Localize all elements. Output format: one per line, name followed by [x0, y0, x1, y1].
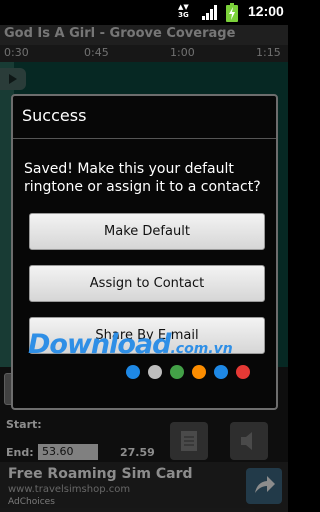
watermark-dot [148, 365, 162, 379]
watermark-text: Download [28, 329, 171, 360]
watermark-dot [236, 365, 250, 379]
status-bar: ▲▼ 3G 12:00 [0, 0, 288, 25]
battery-charging-icon [226, 3, 238, 22]
watermark-dot [214, 365, 228, 379]
dialog-title: Success [22, 106, 87, 125]
watermark-dot [192, 365, 206, 379]
clock: 12:00 [248, 3, 284, 19]
dialog-message: Saved! Make this your default ringtone o… [24, 161, 261, 195]
watermark-logo: Download.com.vn [28, 329, 233, 360]
make-default-button[interactable]: Make Default [29, 213, 265, 250]
network-type-label: ▲▼ 3G [178, 3, 189, 19]
signal-icon [202, 5, 217, 20]
dialog-divider [13, 138, 276, 139]
assign-to-contact-button[interactable]: Assign to Contact [29, 265, 265, 302]
watermark-dot [170, 365, 184, 379]
watermark-domain: .com.vn [170, 341, 233, 357]
watermark-dot [126, 365, 140, 379]
success-dialog: Success Saved! Make this your default ri… [11, 94, 278, 410]
